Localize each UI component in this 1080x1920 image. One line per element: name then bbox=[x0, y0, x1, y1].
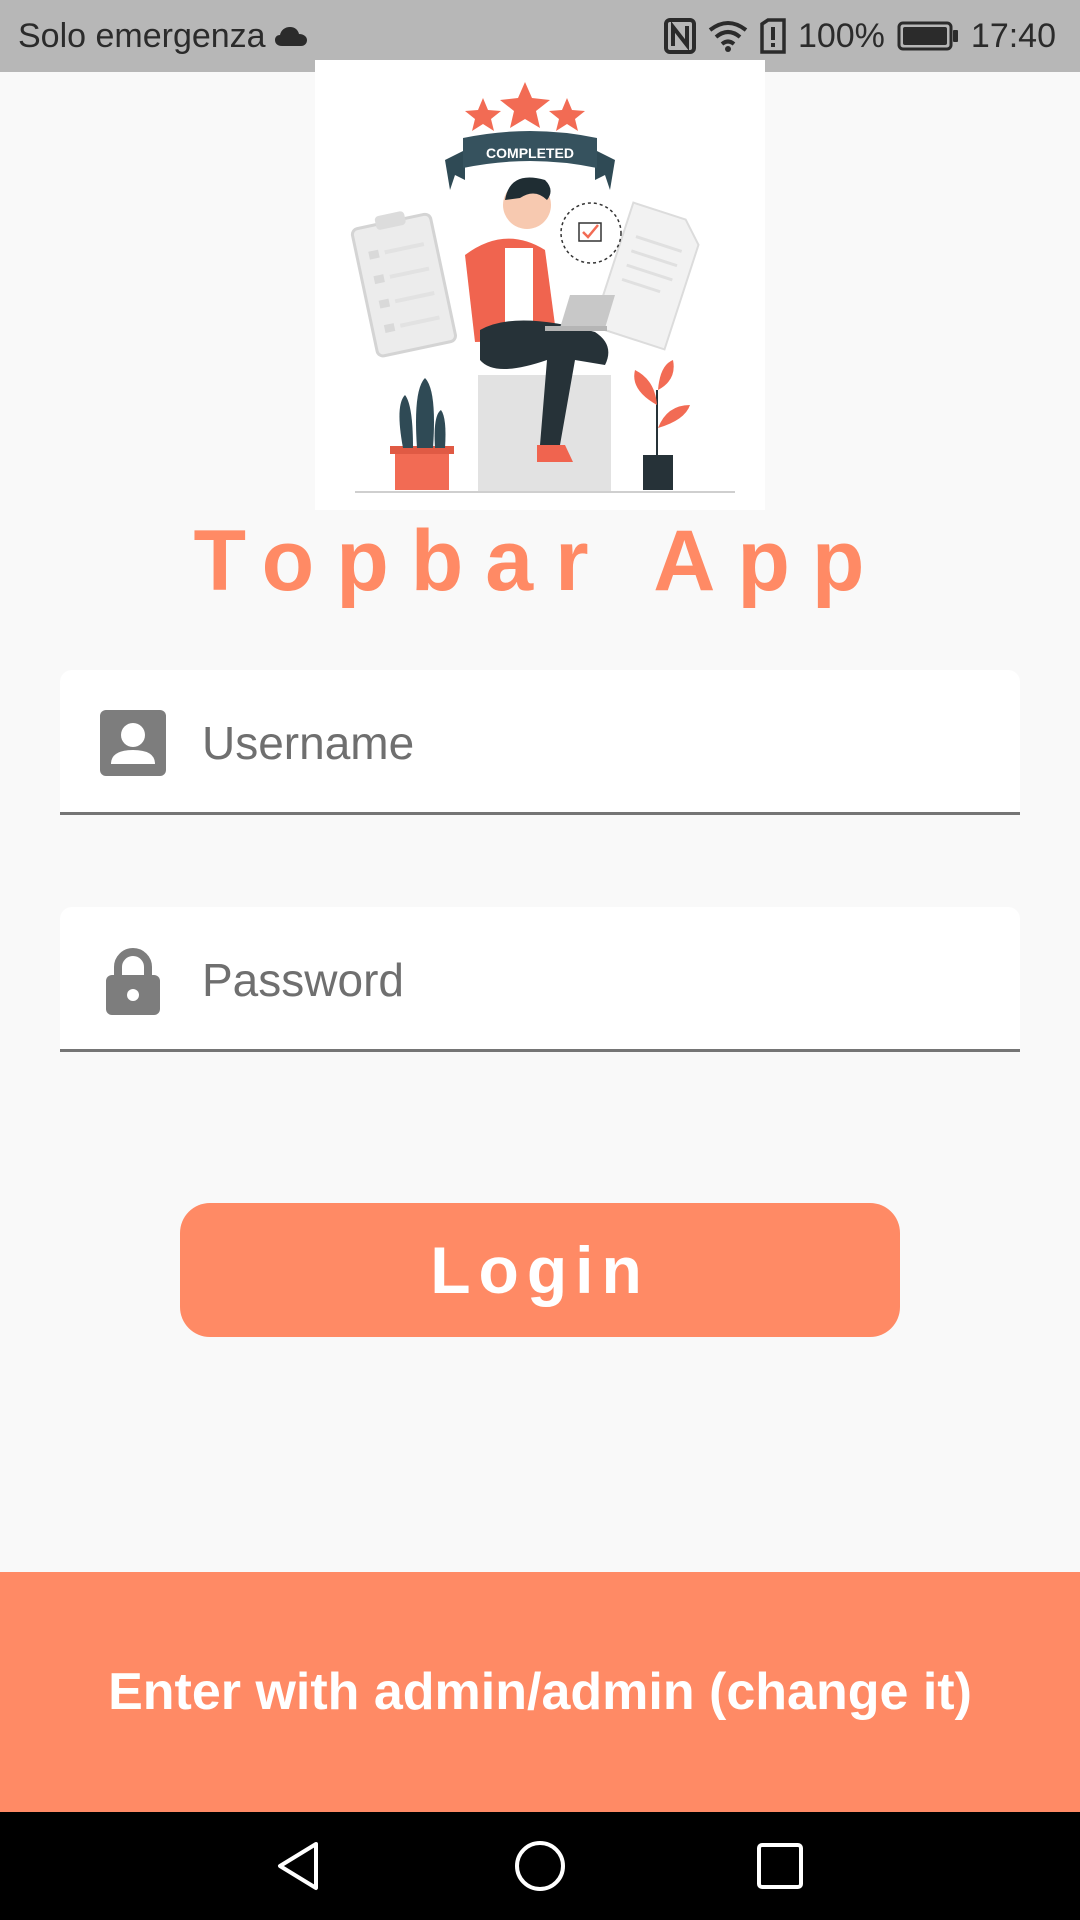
lock-icon bbox=[106, 948, 160, 1015]
wifi-icon bbox=[708, 21, 748, 52]
password-field[interactable] bbox=[60, 907, 1020, 1052]
star-icon bbox=[465, 98, 501, 131]
recents-icon[interactable] bbox=[750, 1836, 810, 1896]
star-icon bbox=[500, 82, 550, 128]
hint-text: Enter with admin/admin (change it) bbox=[108, 1663, 972, 1721]
battery-icon bbox=[897, 21, 958, 51]
username-field[interactable] bbox=[60, 670, 1020, 815]
system-nav-bar bbox=[0, 1812, 1080, 1920]
status-left: Solo emergenza bbox=[18, 0, 308, 72]
battery-percent: 100% bbox=[797, 16, 885, 55]
login-button[interactable]: Login bbox=[180, 1203, 900, 1337]
username-input[interactable] bbox=[202, 698, 982, 788]
carrier-text: Solo emergenza bbox=[18, 16, 266, 55]
sim-alert-icon bbox=[760, 18, 786, 54]
clock: 17:40 bbox=[970, 16, 1056, 55]
star-icon bbox=[549, 98, 585, 131]
home-icon[interactable] bbox=[510, 1836, 570, 1896]
cloud-icon bbox=[274, 27, 307, 46]
ribbon-text: COMPLETED bbox=[486, 145, 574, 161]
app-title: Topbar App bbox=[193, 513, 887, 609]
completed-illustration: COMPLETED bbox=[350, 82, 735, 493]
account-box-icon bbox=[100, 710, 166, 776]
nfc-icon bbox=[663, 18, 696, 54]
hero-illustration: COMPLETED bbox=[315, 60, 765, 510]
back-icon[interactable] bbox=[270, 1836, 330, 1896]
password-input[interactable] bbox=[202, 935, 982, 1025]
hint-banner: Enter with admin/admin (change it) bbox=[0, 1572, 1080, 1812]
